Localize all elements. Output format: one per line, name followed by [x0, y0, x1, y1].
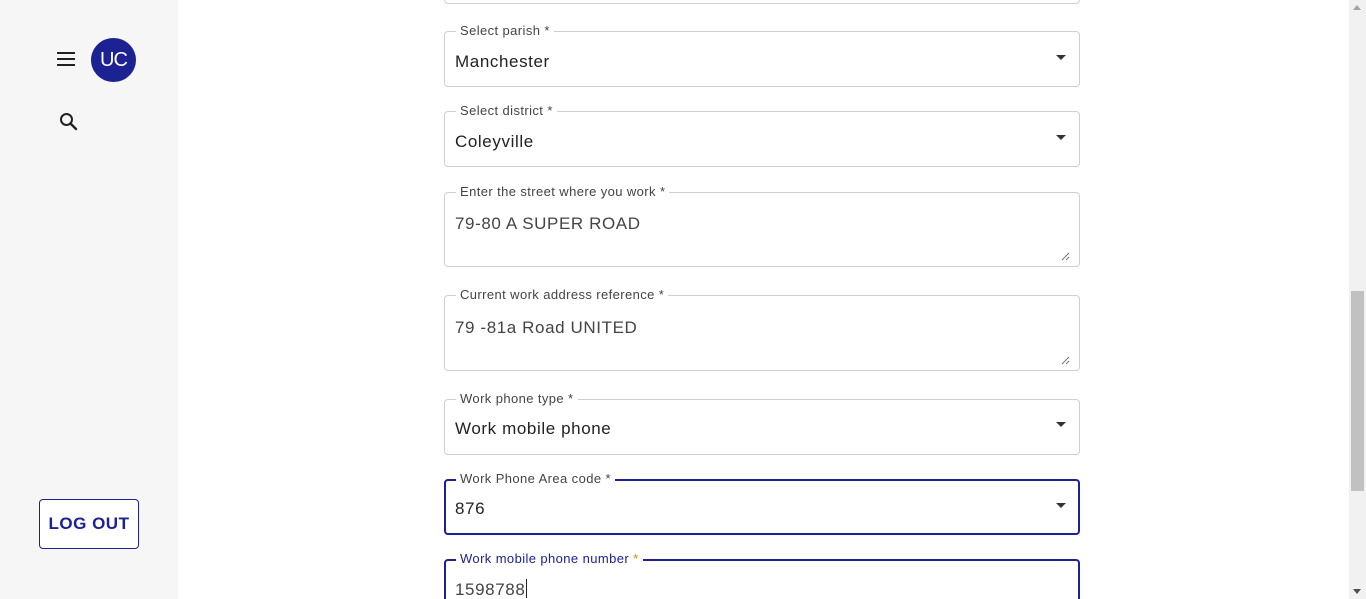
parish-value: Manchester [455, 52, 550, 71]
work-phone-type-value: Work mobile phone [455, 419, 612, 438]
required-marker: * [633, 551, 639, 566]
chevron-down-icon [1056, 422, 1066, 427]
hamburger-menu-icon[interactable] [54, 47, 78, 71]
district-select[interactable]: Select district * Coleyville [444, 103, 1080, 167]
work-address-reference-value: 79 -81a Road UNITED [455, 318, 638, 337]
vertical-scrollbar[interactable] [1349, 0, 1366, 599]
work-phone-type-select[interactable]: Work phone type * Work mobile phone [444, 391, 1080, 455]
chevron-down-icon [1056, 503, 1066, 508]
work-phone-area-code-label: Work Phone Area code * [456, 471, 615, 486]
street-textarea[interactable]: Enter the street where you work * 79-80 … [444, 184, 1080, 267]
street-value: 79-80 A SUPER ROAD [455, 214, 641, 233]
work-address-reference-label: Current work address reference * [456, 287, 669, 302]
work-phone-area-code-value: 876 [455, 499, 486, 518]
district-label: Select district * [456, 103, 557, 118]
avatar[interactable]: UC [91, 38, 136, 82]
chevron-down-icon [1056, 55, 1066, 60]
work-address-reference-textarea[interactable]: Current work address reference * 79 -81a… [444, 287, 1080, 371]
street-label: Enter the street where you work * [456, 184, 670, 199]
search-icon[interactable] [58, 111, 80, 133]
work-mobile-phone-number-text: 1598788 [455, 580, 526, 599]
parish-select[interactable]: Select parish * Manchester [444, 23, 1080, 87]
work-mobile-phone-number-value: 1598788 [455, 579, 528, 599]
text-cursor [526, 579, 528, 598]
work-mobile-phone-number-input[interactable]: Work mobile phone number * 1598788 [444, 551, 1080, 599]
resize-handle-icon[interactable] [1061, 352, 1070, 365]
work-phone-area-code-select[interactable]: Work Phone Area code * 876 [444, 471, 1080, 535]
chevron-down-icon [1056, 135, 1066, 140]
work-mobile-phone-number-label-text: Work mobile phone number [460, 551, 634, 566]
work-phone-type-label: Work phone type * [456, 391, 578, 406]
resize-handle-icon[interactable] [1061, 248, 1070, 261]
work-mobile-phone-number-label: Work mobile phone number * [456, 551, 643, 566]
district-value: Coleyville [455, 132, 534, 151]
scrollbar-thumb[interactable] [1351, 291, 1364, 491]
previous-field[interactable] [444, 0, 1080, 4]
scroll-down-arrow-icon[interactable] [1353, 589, 1361, 594]
parish-label: Select parish * [456, 23, 554, 38]
sidebar: UC LOG OUT [0, 0, 178, 599]
scroll-up-arrow-icon[interactable] [1353, 5, 1361, 10]
logout-button[interactable]: LOG OUT [39, 499, 139, 549]
